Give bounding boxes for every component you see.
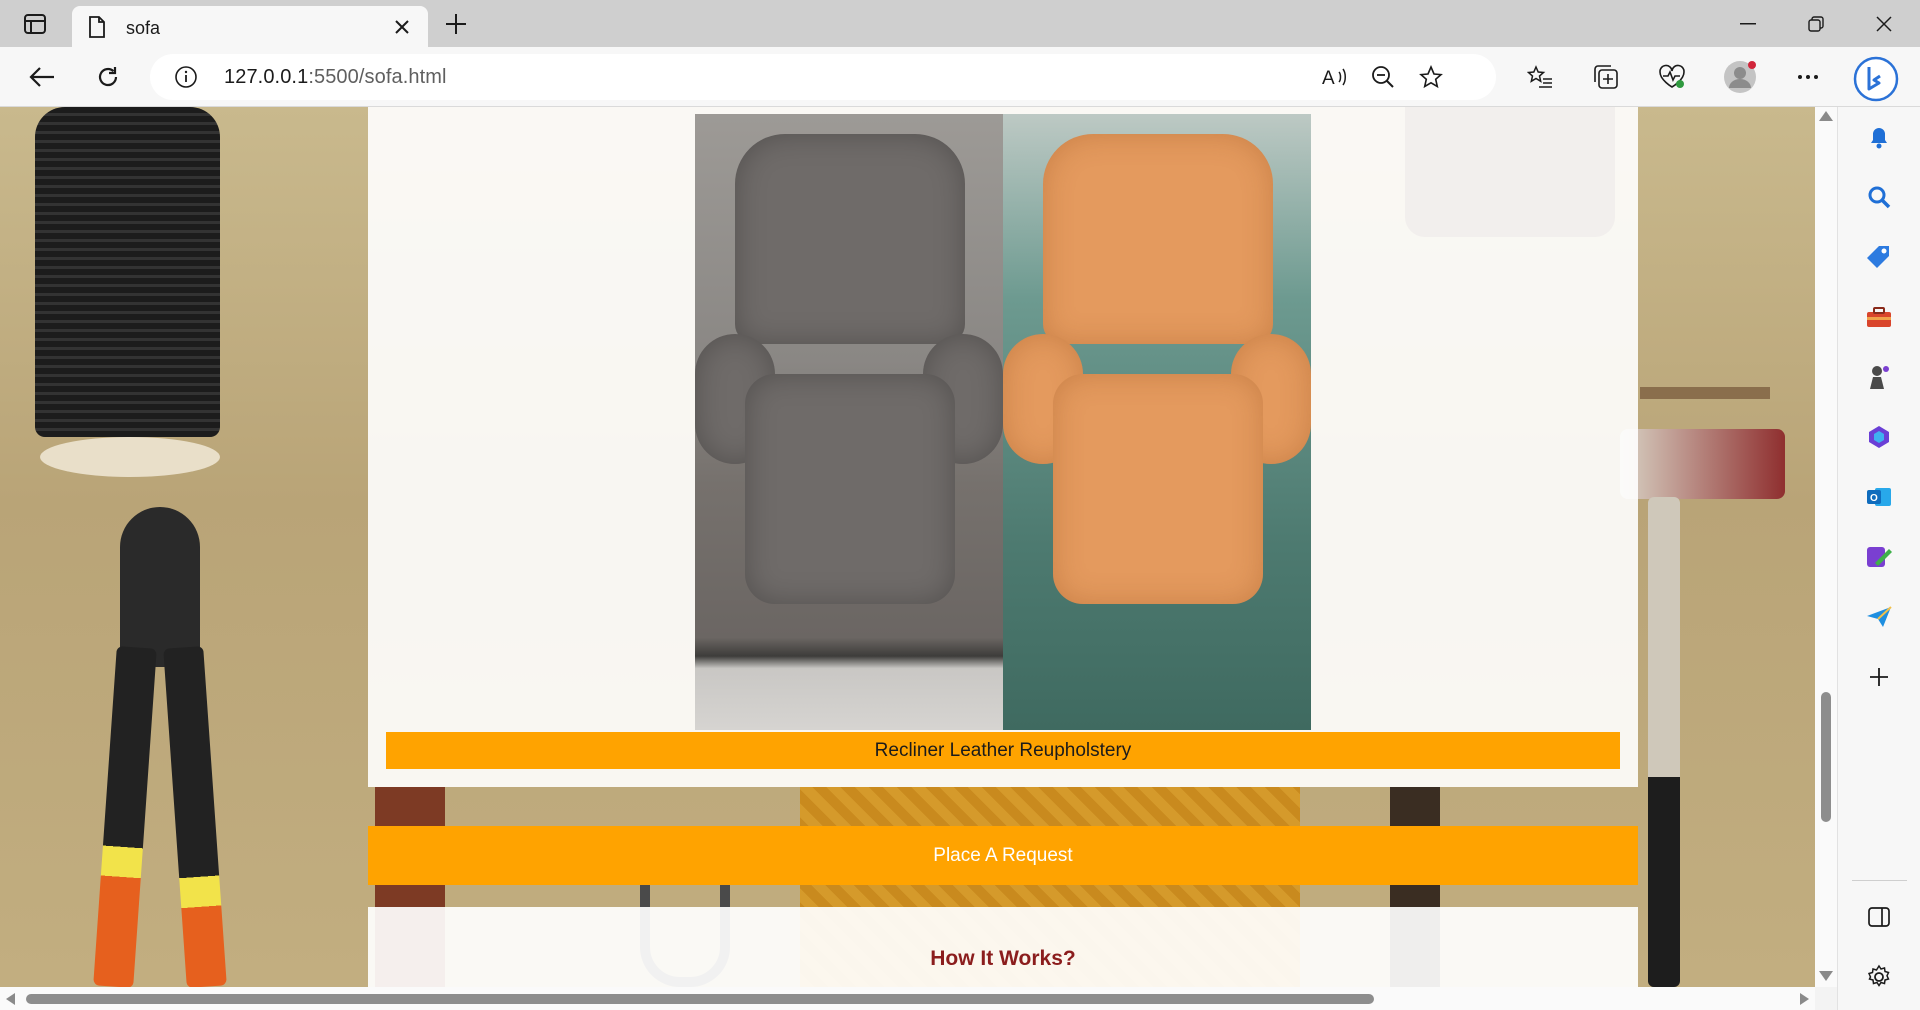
how-it-works-heading: How It Works? xyxy=(930,947,1076,970)
star-icon[interactable] xyxy=(1416,62,1446,92)
page-viewport: Recliner Leather Reupholstery Place A Re… xyxy=(0,107,1815,987)
chair-graphic xyxy=(745,374,955,604)
url-text: 127.0.0.1:5500/sofa.html xyxy=(224,66,447,89)
tab-strip: sofa xyxy=(0,0,1920,47)
pliers-graphic xyxy=(120,507,200,667)
url-host: 127.0.0.1 xyxy=(224,66,309,88)
browser-tab[interactable]: sofa xyxy=(72,6,428,47)
settings-icon[interactable] xyxy=(1863,961,1895,993)
more-icon[interactable] xyxy=(1788,57,1828,97)
chair-graphic xyxy=(1043,134,1273,344)
read-aloud-icon[interactable]: A xyxy=(1320,62,1350,92)
edge-sidebar: O xyxy=(1837,107,1920,1010)
scroll-left-icon[interactable] xyxy=(6,993,15,1005)
wire-spool-graphic xyxy=(35,107,220,437)
tab-actions-icon[interactable] xyxy=(14,8,56,40)
caption-text: Recliner Leather Reupholstery xyxy=(874,739,1132,761)
back-arrow-icon[interactable] xyxy=(22,57,62,97)
bing-copilot-icon[interactable] xyxy=(1850,53,1902,105)
url-path: :5500/sofa.html xyxy=(308,66,447,88)
office-icon[interactable] xyxy=(1863,421,1895,453)
horizontal-scrollbar[interactable] xyxy=(0,987,1815,1010)
spool-base-graphic xyxy=(40,437,220,477)
awl-graphic xyxy=(1640,387,1770,399)
pliers-handle-graphic xyxy=(163,646,227,987)
scroll-up-icon[interactable] xyxy=(1819,111,1833,121)
restore-icon[interactable] xyxy=(1788,4,1844,44)
svg-text:O: O xyxy=(1870,493,1878,504)
add-icon[interactable] xyxy=(1863,661,1895,693)
vertical-scroll-thumb[interactable] xyxy=(1821,692,1831,822)
info-icon[interactable] xyxy=(174,65,198,89)
favorites-icon[interactable] xyxy=(1520,57,1560,97)
designer-icon[interactable] xyxy=(1863,541,1895,573)
hammer-handle-graphic xyxy=(1648,497,1680,987)
zoom-out-icon[interactable] xyxy=(1368,62,1398,92)
collections-icon[interactable] xyxy=(1586,57,1626,97)
how-it-works-section: How It Works? xyxy=(368,907,1638,987)
pliers-handle-graphic xyxy=(93,646,157,987)
split-screen-icon[interactable] xyxy=(1863,901,1895,933)
close-tab-icon[interactable] xyxy=(390,15,414,39)
scroll-down-icon[interactable] xyxy=(1819,971,1833,981)
profile-icon[interactable] xyxy=(1720,57,1760,97)
tab-title: sofa xyxy=(126,18,161,38)
hammer-graphic xyxy=(1620,429,1785,499)
place-request-button[interactable]: Place A Request xyxy=(368,826,1638,885)
sidebar-divider xyxy=(1852,880,1907,881)
plus-icon[interactable] xyxy=(440,8,472,40)
outlook-icon[interactable]: O xyxy=(1863,481,1895,513)
tag-icon[interactable] xyxy=(1863,241,1895,273)
address-bar[interactable]: 127.0.0.1:5500/sofa.html A xyxy=(150,54,1496,100)
chair-graphic xyxy=(735,134,965,344)
chair-graphic xyxy=(1053,374,1263,604)
heartbeat-icon[interactable] xyxy=(1652,57,1692,97)
bell-icon[interactable] xyxy=(1863,121,1895,153)
page-icon xyxy=(88,16,106,38)
vertical-scrollbar[interactable] xyxy=(1815,107,1837,987)
after-recliner-photo xyxy=(1003,114,1311,730)
content-panel: Recliner Leather Reupholstery xyxy=(368,107,1638,787)
refresh-icon[interactable] xyxy=(88,57,128,97)
caption-bar: Recliner Leather Reupholstery xyxy=(386,732,1620,769)
games-icon[interactable] xyxy=(1863,361,1895,393)
before-recliner-photo xyxy=(695,114,1003,730)
scroll-right-icon[interactable] xyxy=(1800,993,1809,1005)
svg-text:A: A xyxy=(1322,68,1335,88)
minimize-icon[interactable] xyxy=(1720,4,1776,44)
search-icon[interactable] xyxy=(1863,181,1895,213)
browser-toolbar: 127.0.0.1:5500/sofa.html A xyxy=(0,47,1920,107)
close-window-icon[interactable] xyxy=(1856,4,1912,44)
horizontal-scroll-thumb[interactable] xyxy=(26,994,1374,1004)
send-icon[interactable] xyxy=(1863,601,1895,633)
toolbox-icon[interactable] xyxy=(1863,301,1895,333)
